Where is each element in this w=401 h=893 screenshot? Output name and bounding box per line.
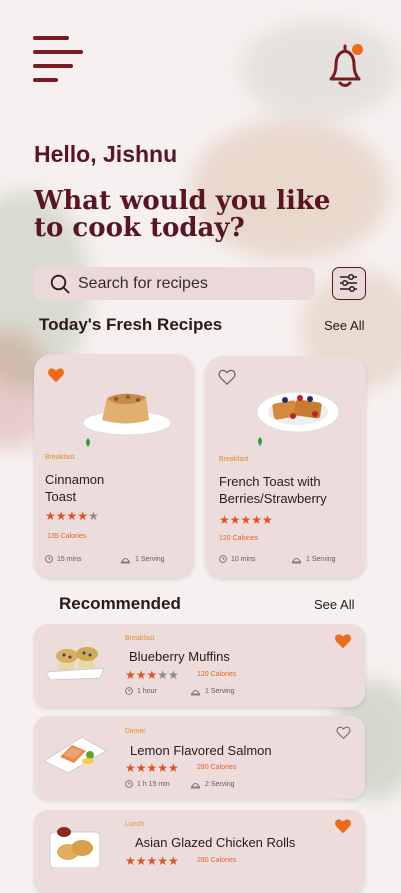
fresh-recipes-title: Today's Fresh Recipes [39, 315, 223, 334]
fresh-recipe-card-french-toast[interactable]: Breakfast French Toast with Berries/Stra… [205, 356, 366, 578]
recipe-category: Breakfast [125, 635, 155, 642]
search-bar[interactable]: Search for recipes [33, 267, 315, 300]
recipe-name: Blueberry Muffins [129, 649, 230, 664]
clock-icon [219, 555, 227, 563]
favorite-heart-filled-icon[interactable] [47, 367, 65, 383]
recipe-category: Breakfast [219, 456, 249, 463]
recommended-card-blueberry-muffins[interactable]: Breakfast Blueberry Muffins ★★★★★ 120 Ca… [34, 624, 365, 707]
recipe-time: 1 hour [125, 687, 157, 695]
favorite-heart-outline-icon[interactable] [336, 726, 351, 739]
notification-bell-icon[interactable] [323, 43, 367, 89]
clock-icon [125, 780, 133, 788]
recipe-calories: 135 Calories [47, 533, 87, 540]
recipe-serving: 1 Serving [291, 555, 336, 564]
lemon-salmon-image [42, 736, 107, 773]
favorite-heart-filled-icon[interactable] [334, 818, 352, 834]
recipe-serving: 1 Serving [120, 555, 165, 564]
veg-leaf-icon [86, 438, 90, 447]
recipe-calories: 280 Calories [197, 764, 237, 771]
greeting-text: Hello, Jishnu [34, 141, 178, 167]
recommended-title: Recommended [59, 594, 181, 613]
notification-dot [352, 44, 363, 55]
serving-dish-icon [291, 558, 302, 564]
star-rating: ★★★★★ [45, 509, 99, 523]
recommended-card-lemon-salmon[interactable]: Dinner Lemon Flavored Salmon ★★★★★ 280 C… [34, 716, 365, 799]
veg-leaf-icon [258, 437, 262, 446]
search-input[interactable]: Search for recipes [78, 275, 208, 293]
recipe-time: 15 mins [45, 555, 82, 563]
recipe-category: Dinner [125, 728, 146, 735]
recipe-name: French Toast with Berries/Strawberry [219, 474, 327, 506]
recipe-name: Lemon Flavored Salmon [130, 743, 272, 758]
recipe-serving: 1 Serving [190, 687, 235, 696]
clock-icon [45, 555, 53, 563]
recipe-serving: 2 Serving [190, 780, 235, 789]
cinnamon-toast-image [82, 393, 172, 436]
fresh-see-all-link[interactable]: See All [324, 318, 364, 333]
star-rating: ★★★★★ [125, 668, 179, 682]
clock-icon [125, 687, 133, 695]
recipe-calories: 280 Calories [197, 857, 237, 864]
blueberry-muffins-image [45, 647, 105, 680]
filter-button[interactable] [332, 267, 366, 300]
french-toast-image [256, 391, 340, 433]
recipe-name: Asian Glazed Chicken Rolls [135, 835, 296, 850]
star-rating: ★★★★★ [125, 854, 179, 868]
filter-sliders-icon [340, 273, 357, 293]
page-headline: What would you like to cook today? [34, 186, 331, 243]
serving-dish-icon [190, 690, 201, 696]
star-rating: ★★★★★ [219, 513, 273, 527]
fresh-recipe-card-cinnamon-toast[interactable]: Breakfast Cinnamon Toast ★★★★★ 135 Calor… [34, 354, 194, 578]
recipe-calories: 120 Calories [219, 535, 259, 542]
recipe-name: Cinnamon Toast [45, 472, 105, 504]
star-rating: ★★★★★ [125, 761, 179, 775]
chicken-rolls-image [49, 827, 101, 868]
recipe-calories: 120 Calories [197, 671, 237, 678]
favorite-heart-filled-icon[interactable] [334, 633, 352, 649]
recommended-card-chicken-rolls[interactable]: Lunch Asian Glazed Chicken Rolls ★★★★★ 2… [34, 810, 365, 893]
recipe-time: 1 h 15 min [125, 780, 170, 788]
favorite-heart-outline-icon[interactable] [218, 369, 236, 385]
search-icon [50, 274, 70, 293]
recipe-category: Breakfast [45, 454, 75, 461]
recipe-time: 10 mins [219, 555, 256, 563]
serving-dish-icon [120, 558, 131, 564]
hamburger-menu-icon[interactable] [33, 36, 83, 82]
serving-dish-icon [190, 783, 201, 789]
recommended-see-all-link[interactable]: See All [314, 597, 354, 612]
recipe-category: Lunch [125, 821, 145, 828]
